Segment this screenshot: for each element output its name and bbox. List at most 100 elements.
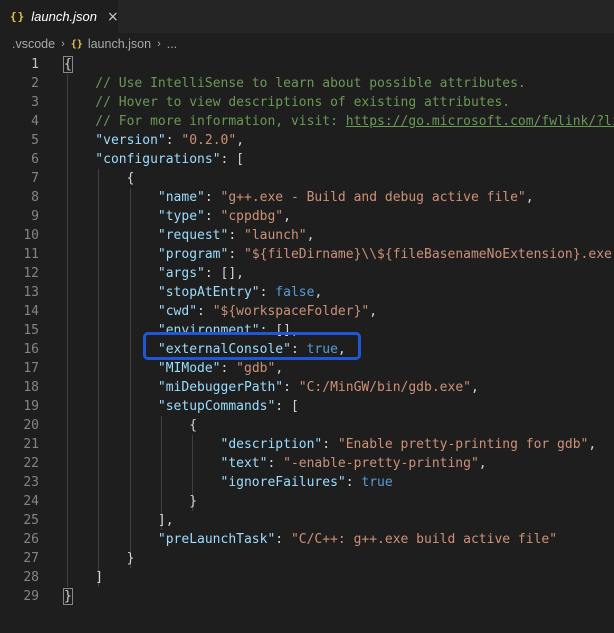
line-number: 9 xyxy=(31,209,39,224)
code-line[interactable]: 7{ xyxy=(0,169,614,188)
line-number: 20 xyxy=(23,418,39,433)
line-code: "ignoreFailures": true xyxy=(221,473,393,492)
line-number: 16 xyxy=(23,342,39,357)
code-token: : [ xyxy=(220,152,245,167)
code-token: : xyxy=(228,228,244,243)
json-file-icon: {} xyxy=(10,10,26,23)
breadcrumb-item-ellipsis[interactable]: ... xyxy=(167,37,177,51)
code-token: : xyxy=(267,456,284,471)
line-number: 11 xyxy=(23,247,39,262)
code-token: , xyxy=(236,133,245,148)
code-token: "text" xyxy=(220,456,268,471)
code-token: ], xyxy=(157,513,174,528)
code-token: : xyxy=(204,190,221,205)
code-line[interactable]: 24} xyxy=(0,492,614,511)
code-token: : xyxy=(204,209,221,224)
code-token: , xyxy=(306,228,315,243)
code-line[interactable]: 29} xyxy=(0,587,614,606)
code-token: "setupCommands" xyxy=(157,399,276,414)
line-code: "program": "${fileDirname}\\${fileBasena… xyxy=(158,245,614,264)
code-token: "C/C++: g++.exe build active file" xyxy=(290,532,558,547)
code-token: , xyxy=(275,361,284,376)
code-line[interactable]: 8 "name": "g++.exe - Build and debug acti… xyxy=(0,188,614,207)
code-token: } xyxy=(126,551,135,566)
code-line[interactable]: 25], xyxy=(0,511,614,530)
highlight-box-external-console xyxy=(143,332,361,360)
code-token: ] xyxy=(95,570,104,585)
line-number: 27 xyxy=(23,551,39,566)
line-code: { xyxy=(189,416,197,435)
close-icon[interactable]: × xyxy=(107,9,119,25)
line-number: 21 xyxy=(23,437,39,452)
line-number: 22 xyxy=(23,456,39,471)
code-token: "ignoreFailures" xyxy=(220,475,346,490)
code-line[interactable]: 1{ xyxy=(0,55,614,74)
code-token: "description" xyxy=(220,437,323,452)
code-token: // Hover to view descriptions of existin… xyxy=(95,95,511,110)
code-line[interactable]: 21 "description": "Enable pretty-printing… xyxy=(0,435,614,454)
tab-title: launch.json xyxy=(31,9,98,24)
tab-launch-json[interactable]: {} launch.json × xyxy=(0,0,119,33)
code-token: false xyxy=(275,285,315,300)
line-number: 5 xyxy=(31,133,39,148)
code-line[interactable]: 27} xyxy=(0,549,614,568)
chevron-right-icon: › xyxy=(61,38,65,50)
line-number: 8 xyxy=(31,190,39,205)
code-line[interactable]: 18 "miDebuggerPath": "C:/MinGW/bin/gdb.ex… xyxy=(0,378,614,397)
line-number: 17 xyxy=(23,361,39,376)
code-token: : [ xyxy=(275,399,299,414)
line-code: "type": "cppdbg", xyxy=(158,207,291,226)
code-line[interactable]: 13 "stopAtEntry": false, xyxy=(0,283,614,302)
code-line[interactable]: 23 "ignoreFailures": true xyxy=(0,473,614,492)
line-number: 10 xyxy=(23,228,39,243)
code-line[interactable]: 3 // Hover to view descriptions of existi… xyxy=(0,93,614,112)
breadcrumb-item-launch-json[interactable]: launch.json xyxy=(88,37,151,51)
code-line[interactable]: 12 "args": [], xyxy=(0,264,614,283)
code-token: , xyxy=(369,304,378,319)
code-line[interactable]: 28] xyxy=(0,568,614,587)
code-line[interactable]: 2 // Use IntelliSense to learn about poss… xyxy=(0,74,614,93)
code-token: : xyxy=(228,247,244,262)
code-line[interactable]: 5 "version": "0.2.0", xyxy=(0,131,614,150)
json-file-icon: {} xyxy=(70,38,83,50)
code-token: "type" xyxy=(157,209,205,224)
line-number: 4 xyxy=(31,114,39,129)
code-token: "cppdbg" xyxy=(220,209,284,224)
code-token: : xyxy=(197,304,213,319)
code-line[interactable]: 14 "cwd": "${workspaceFolder}", xyxy=(0,302,614,321)
bracket-match-open xyxy=(63,56,73,73)
code-token: "stopAtEntry" xyxy=(157,285,260,300)
line-code: "preLaunchTask": "C/C++: g++.exe build a… xyxy=(158,530,557,549)
code-line[interactable]: 20 { xyxy=(0,416,614,435)
code-token: , xyxy=(283,209,291,224)
code-token: "preLaunchTask" xyxy=(157,532,276,547)
code-token: { xyxy=(126,171,135,186)
code-line[interactable]: 17 "MIMode": "gdb", xyxy=(0,359,614,378)
code-token: true xyxy=(361,475,393,490)
code-line[interactable]: 6 "configurations": [ xyxy=(0,150,614,169)
code-token: "MIMode" xyxy=(157,361,221,376)
line-code: ], xyxy=(158,511,174,530)
line-number: 18 xyxy=(23,380,39,395)
code-line[interactable]: 9 "type": "cppdbg", xyxy=(0,207,614,226)
bracket-match-close xyxy=(63,588,73,605)
code-token: "0.2.0" xyxy=(181,133,237,148)
code-token: : xyxy=(283,380,299,395)
line-code: "description": "Enable pretty-printing f… xyxy=(221,435,597,454)
code-line[interactable]: 10 "request": "launch", xyxy=(0,226,614,245)
code-line[interactable]: 11 "program": "${fileDirname}\\${fileBase… xyxy=(0,245,614,264)
breadcrumb-item-vscode[interactable]: .vscode xyxy=(12,37,55,51)
line-number: 26 xyxy=(23,532,39,547)
code-token: // For more information, visit: xyxy=(95,114,346,129)
code-line[interactable]: 4 // For more information, visit: https:/… xyxy=(0,112,614,131)
code-token: : xyxy=(220,361,237,376)
line-code: { xyxy=(127,169,135,188)
code-line[interactable]: 19 "setupCommands": [ xyxy=(0,397,614,416)
code-token: "gdb" xyxy=(236,361,276,376)
line-number: 15 xyxy=(23,323,39,338)
code-line[interactable]: 22 "text": "-enable-pretty-printing", xyxy=(0,454,614,473)
code-token: , xyxy=(588,437,597,452)
code-line[interactable]: 26 "preLaunchTask": "C/C++: g++.exe build… xyxy=(0,530,614,549)
line-code: // For more information, visit: https://… xyxy=(95,112,614,131)
url-link[interactable]: https://go.microsoft.com/fwlink/?lin xyxy=(346,114,614,129)
